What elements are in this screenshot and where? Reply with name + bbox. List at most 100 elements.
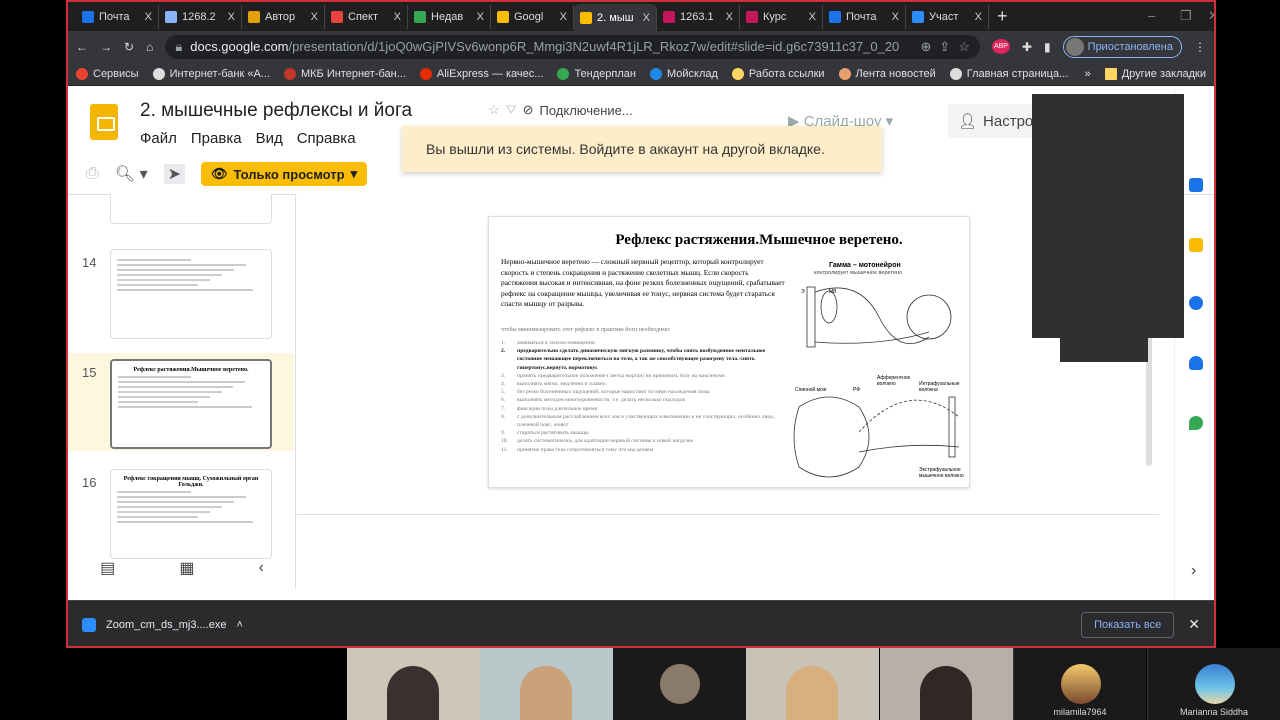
tab-close-icon[interactable]: X	[726, 11, 733, 23]
presentation-title[interactable]: 2. мышечные рефлексы и йога	[140, 100, 412, 122]
keep-icon[interactable]	[1189, 238, 1203, 252]
bookmark-label: AliExpress — качес...	[436, 67, 544, 80]
bookmark[interactable]: AliExpress — качес...	[419, 67, 544, 80]
view-only-button[interactable]: 👁︎ Только просмотр ▾	[201, 162, 368, 186]
tab-close-icon[interactable]: X	[560, 11, 567, 23]
video-tile[interactable]	[746, 648, 879, 720]
tab-close-icon[interactable]: X	[643, 12, 650, 24]
new-tab-icon[interactable]: +	[997, 6, 1008, 27]
tab-close-icon[interactable]: X	[394, 11, 401, 23]
sidepanel-icon[interactable]: ▮	[1044, 40, 1051, 54]
tab-close-icon[interactable]: X	[809, 11, 816, 23]
menu-edit[interactable]: Правка	[191, 130, 242, 147]
slide-thumbnail[interactable]: 14	[68, 243, 294, 341]
slide-number: 16	[82, 475, 97, 490]
tab[interactable]: Курс X	[740, 4, 823, 29]
print-icon[interactable]: ⎙	[86, 165, 99, 183]
tab-title: 2. мыш	[597, 11, 634, 24]
favicon-icon	[663, 10, 675, 23]
forward-icon[interactable]: →	[100, 40, 112, 54]
other-bookmarks[interactable]: Другие закладки	[1104, 67, 1206, 80]
extensions-icon[interactable]: ✚	[1022, 40, 1032, 54]
video-tile[interactable]	[613, 648, 746, 720]
bookmark[interactable]: Сервисы	[76, 67, 139, 80]
bookmark[interactable]: Главная страница...	[949, 67, 1068, 80]
video-tile[interactable]	[347, 648, 480, 720]
drive-icon[interactable]: ⛛	[506, 102, 517, 118]
slides-logo[interactable]	[90, 104, 118, 140]
bookmark[interactable]: Интернет-банк «А...	[152, 67, 270, 80]
bookmark[interactable]: Тендерплан	[557, 67, 636, 80]
grid-view-icon[interactable]: ▦	[179, 558, 194, 578]
bookmarks-more-icon[interactable]: »	[1085, 68, 1091, 80]
participant-tile[interactable]: milamila7964	[1013, 648, 1146, 720]
list-text: делать систематически, для адаптации нер…	[517, 438, 694, 445]
list-item: 8. с дополнительным расслаблением всех зо…	[501, 413, 791, 429]
zoom-icon[interactable]: 🔍︎ ▾	[115, 164, 148, 184]
filmstrip-view-icon[interactable]: ▤	[100, 558, 115, 578]
menu-help[interactable]: Справка	[297, 130, 356, 147]
tab[interactable]: 2. мыш X	[574, 4, 657, 31]
browser-window: Почта X 1268.2 X Автор X Спект X Недав X Googl X 2. …	[66, 0, 1216, 648]
close-window-icon[interactable]: ✕	[1208, 8, 1214, 24]
participant-tile[interactable]: Marianna Siddha	[1147, 648, 1280, 720]
select-cursor-icon[interactable]: ➤	[163, 164, 186, 184]
chevron-up-icon[interactable]: ˄	[236, 619, 242, 631]
tab-close-icon[interactable]: X	[228, 11, 235, 23]
tab-close-icon[interactable]: X	[892, 11, 899, 23]
reload-icon[interactable]: ↻	[124, 40, 134, 54]
download-item[interactable]: Zoom_cm_ds_mj3....exe ˄	[82, 617, 252, 632]
favicon-icon	[912, 10, 924, 23]
home-icon[interactable]: ⌂	[146, 40, 153, 54]
tab[interactable]: 1268.2 X	[159, 4, 242, 29]
tab-close-icon[interactable]: X	[477, 11, 484, 23]
back-icon[interactable]: ←	[76, 40, 88, 54]
menu-view[interactable]: Вид	[256, 130, 283, 147]
bookmark[interactable]: МКБ Интернет-бан...	[283, 67, 406, 80]
tab-close-icon[interactable]: X	[975, 11, 982, 23]
signed-out-toast: Вы вышли из системы. Войдите в аккаунт н…	[402, 126, 882, 172]
tab-title: 1268.2	[182, 10, 216, 23]
bookmark[interactable]: Лента новостей	[838, 67, 936, 80]
speaker-notes-divider[interactable]	[297, 514, 1159, 515]
thumbnail-title: Рефлекс сокращения мышц. Сухожильный орг…	[123, 476, 259, 488]
close-icon[interactable]: ✕	[1188, 616, 1200, 633]
expand-chevron-icon[interactable]: ›	[1191, 562, 1196, 580]
minimize-icon[interactable]: –	[1148, 8, 1155, 23]
slide-thumbnail[interactable]	[68, 194, 294, 226]
tab[interactable]: 1263.1 X	[657, 4, 740, 29]
menu-icon[interactable]: ⋮	[1194, 40, 1206, 54]
profile-status: Приостановлена	[1087, 40, 1173, 53]
calendar-icon[interactable]	[1189, 178, 1203, 192]
slide-thumbnail[interactable]: 15 Рефлекс растяжения.Мышечное веретено.	[68, 353, 294, 451]
list-number: 9.	[501, 430, 506, 437]
zoom-icon[interactable]: ⊕	[921, 39, 932, 55]
maps-icon[interactable]	[1189, 416, 1203, 430]
tab[interactable]: Участ X	[906, 4, 989, 29]
tab[interactable]: Недав X	[408, 4, 491, 29]
bookmark[interactable]: Работа ссылки	[731, 67, 825, 80]
tab[interactable]: Почта X	[823, 4, 906, 29]
contacts-icon[interactable]	[1189, 356, 1203, 370]
star-icon[interactable]: ☆	[958, 39, 970, 55]
profile-button[interactable]: Приостановлена	[1062, 35, 1182, 58]
tab[interactable]: Почта X	[76, 4, 159, 29]
menu-file[interactable]: Файл	[140, 130, 177, 147]
tasks-icon[interactable]	[1189, 296, 1203, 310]
tab-close-icon[interactable]: X	[311, 11, 318, 23]
url-input[interactable]: 🔒︎ docs.google.com/presentation/d/1joQ0w…	[165, 34, 980, 59]
maximize-icon[interactable]: ❐	[1180, 8, 1192, 24]
video-tile[interactable]	[880, 648, 1013, 720]
share-icon[interactable]: ⇪	[939, 39, 950, 55]
show-all-button[interactable]: Показать все	[1081, 611, 1175, 638]
access-settings-button[interactable]: 👤︎ Настро	[948, 104, 1044, 138]
star-icon[interactable]: ☆	[488, 102, 500, 118]
adblock-icon[interactable]: ABP	[991, 39, 1010, 54]
bookmark[interactable]: Мойсклад	[649, 67, 718, 80]
tab-close-icon[interactable]: X	[145, 11, 152, 23]
tab[interactable]: Автор X	[242, 4, 325, 29]
tab[interactable]: Googl X	[491, 4, 574, 29]
video-tile[interactable]	[480, 648, 613, 720]
tab[interactable]: Спект X	[325, 4, 408, 29]
collapse-chevron-icon[interactable]: ‹	[259, 559, 264, 577]
